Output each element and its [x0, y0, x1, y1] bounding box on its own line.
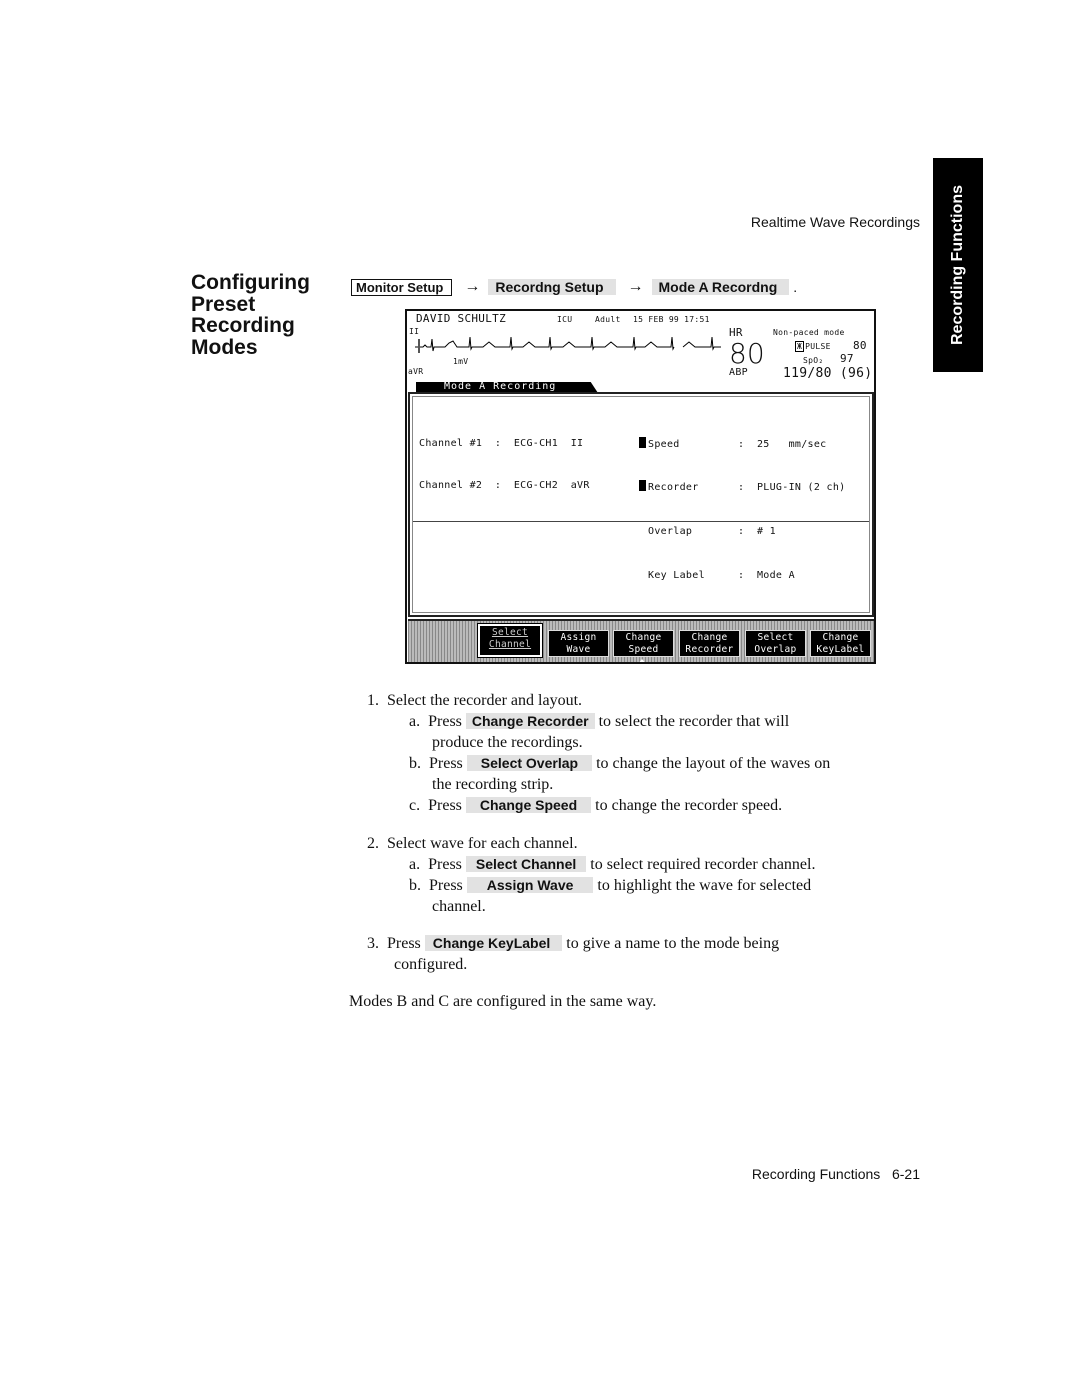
- softkey-bar: Select Channel Assign Wave Change Speed Cha…: [408, 619, 874, 662]
- mode-a-recording-softkey[interactable]: Mode A Recordng: [651, 279, 790, 295]
- selection-marker: [639, 480, 646, 491]
- channel-list: Channel #1 : ECG-CH1 II Channel #2 : ECG…: [419, 409, 590, 521]
- select-channel-key-ref: Select Channel: [465, 856, 587, 872]
- section-title: Configuring Preset Recording Modes: [191, 272, 310, 358]
- section-title-line: Preset: [191, 292, 256, 316]
- step-1a: a. Press Change Recorder to select the r…: [409, 713, 790, 730]
- setting-row-recorder[interactable]: Recorder: PLUG-IN (2 ch): [639, 480, 845, 495]
- step-1b-continuation: the recording strip.: [432, 776, 554, 793]
- setting-row-overlap[interactable]: Overlap: # 1: [639, 523, 845, 539]
- settings-list: Speed: 25 mm/sec Recorder: PLUG-IN (2 ch…: [639, 409, 845, 611]
- channel-row[interactable]: Channel #1 : ECG-CH1 II: [419, 437, 590, 451]
- select-overlap-key-ref: Select Overlap: [466, 755, 593, 771]
- step-1a-continuation: produce the recordings.: [432, 734, 583, 751]
- setting-row-key-label[interactable]: Key Label: Mode A: [639, 567, 845, 583]
- assign-wave-key-ref: Assign Wave: [466, 877, 594, 893]
- pace-mode: Non-paced mode: [773, 328, 845, 337]
- wave-scale: 1mV: [453, 357, 469, 366]
- step-1b: b. Press Select Overlap to change the la…: [409, 755, 831, 772]
- note-text: Modes B and C are configured in the same…: [349, 993, 657, 1010]
- step-3-continuation: configured.: [394, 956, 468, 973]
- change-recorder-softkey[interactable]: Change Recorder: [679, 630, 740, 657]
- arrow-right-icon: →: [464, 278, 481, 295]
- change-recorder-key-ref: Change Recorder: [465, 713, 595, 729]
- hr-value: 80: [729, 337, 765, 370]
- step-2b-continuation: channel.: [432, 898, 486, 915]
- setting-row-speed[interactable]: Speed: 25 mm/sec: [639, 437, 845, 452]
- spo2-value: 97: [840, 352, 854, 365]
- step-2: 2. Select wave for each channel.: [367, 835, 578, 852]
- abp-value: 119/80 (96): [783, 366, 873, 381]
- footer-chapter: Recording Functions: [751, 1166, 881, 1182]
- window-divider: [413, 521, 869, 522]
- pulse-value: 80: [853, 339, 867, 352]
- more-softkeys-caret-icon[interactable]: [637, 659, 647, 662]
- patient-type: Adult: [595, 315, 621, 324]
- monitor-setup-hardkey[interactable]: Monitor Setup: [351, 278, 453, 296]
- change-speed-key-ref: Change Speed: [465, 797, 592, 813]
- recording-setup-softkey[interactable]: Recordng Setup: [488, 279, 616, 295]
- pulse-label: Ж PULSE: [795, 341, 831, 352]
- pulse-label-text: PULSE: [805, 342, 831, 351]
- running-header: Realtime Wave Recordings: [750, 214, 920, 230]
- page-footer: Recording Functions 6-21: [700, 1166, 920, 1182]
- window-title: Mode A Recording: [444, 381, 557, 392]
- path-end: .: [793, 279, 798, 295]
- change-keylabel-softkey[interactable]: Change KeyLabel: [810, 630, 871, 657]
- care-unit: ICU: [557, 315, 573, 324]
- selection-marker: [639, 437, 646, 448]
- pulse-icon: Ж: [795, 341, 805, 352]
- change-keylabel-key-ref: Change KeyLabel: [424, 935, 563, 951]
- date-time: 15 FEB 99 17:51: [633, 315, 710, 324]
- section-title-line: Recording: [191, 314, 295, 337]
- step-1c: c. Press Change Speed to change the reco…: [409, 797, 783, 814]
- channel-row[interactable]: Channel #2 : ECG-CH2 aVR: [419, 479, 590, 493]
- chapter-side-tab: Recording Functions: [933, 158, 983, 372]
- page-number: 6-21: [891, 1166, 920, 1182]
- select-channel-softkey[interactable]: Select Channel: [477, 623, 543, 658]
- key-path: Monitor Setup → Recordng Setup → Mode A …: [351, 277, 797, 297]
- section-title-line: Modes: [191, 335, 258, 359]
- step-1: 1. Select the recorder and layout.: [367, 692, 583, 709]
- step-2b: b. Press Assign Wave to highlight the wa…: [409, 877, 812, 894]
- step-2a: a. Press Select Channel to select requir…: [409, 856, 816, 873]
- section-title-line: Configuring: [191, 271, 310, 294]
- chapter-side-tab-label: Recording Functions: [949, 185, 966, 345]
- monitor-screen: DAVID SCHULTZ ICU Adult 15 FEB 99 17:51 …: [405, 309, 876, 664]
- spo2-label: SpO₂: [803, 356, 824, 365]
- change-speed-softkey[interactable]: Change Speed: [613, 630, 674, 657]
- wave-cursor: [418, 339, 420, 353]
- assign-wave-softkey[interactable]: Assign Wave: [548, 630, 609, 657]
- wave-lead-label: aVR: [408, 367, 424, 376]
- step-3: 3. Press Change KeyLabel to give a name …: [367, 935, 780, 952]
- select-overlap-softkey[interactable]: Select Overlap: [745, 630, 806, 657]
- arrow-right-icon: →: [627, 278, 644, 295]
- patient-name: DAVID SCHULTZ: [416, 312, 506, 325]
- abp-label: ABP: [729, 367, 748, 378]
- mode-a-recording-window: Channel #1 : ECG-CH1 II Channel #2 : ECG…: [408, 392, 874, 617]
- ecg-waveform: [415, 336, 721, 353]
